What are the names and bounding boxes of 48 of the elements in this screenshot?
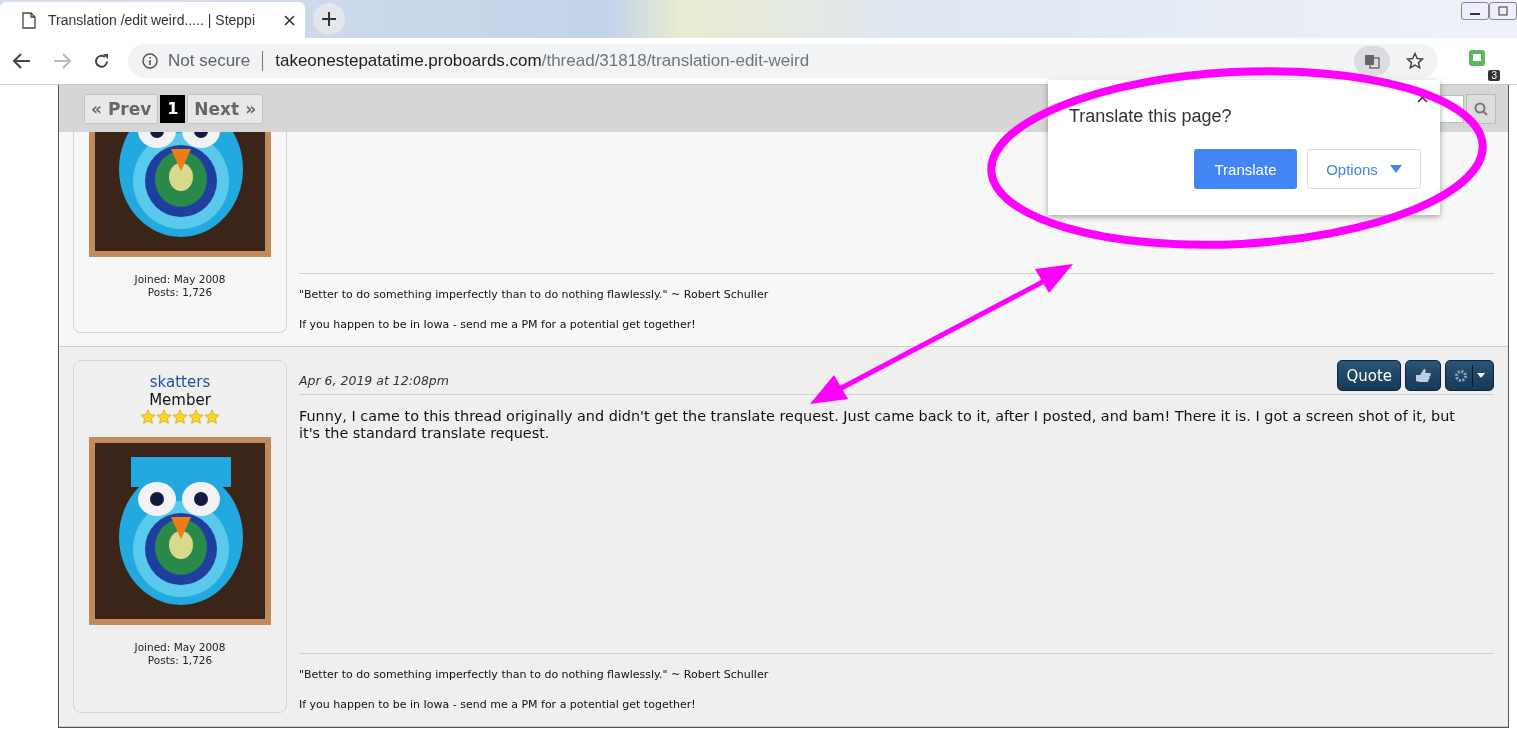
star-icon bbox=[156, 409, 172, 425]
signature-line: "Better to do something imperfectly than to do nothing flawlessly." ~ Robert Schuller bbox=[299, 667, 770, 683]
security-label: Not secure bbox=[168, 51, 251, 71]
signature-line: If you happen to be in Iowa - send me a PM for a potential get together! bbox=[299, 317, 697, 333]
new-tab-button[interactable] bbox=[313, 3, 345, 35]
prev-page-button[interactable]: « Prev bbox=[84, 93, 159, 124]
search-button[interactable] bbox=[1466, 93, 1496, 124]
options-button[interactable]: Options bbox=[1307, 149, 1421, 189]
search-icon bbox=[1474, 101, 1488, 116]
member-rank: Member bbox=[149, 391, 211, 409]
restore-icon bbox=[1497, 5, 1509, 17]
post-date: Apr 6, 2019 at 12:08pm bbox=[299, 373, 449, 388]
star-icon bbox=[188, 409, 204, 425]
caret-icon bbox=[1477, 373, 1485, 378]
tab-title: Translation /edit weird..... | Steppi bbox=[48, 12, 256, 28]
page-icon bbox=[22, 11, 36, 29]
post-count: Posts: 1,726 bbox=[147, 654, 213, 667]
caret-icon bbox=[1389, 165, 1402, 173]
translate-button[interactable]: Translate bbox=[1194, 149, 1297, 189]
popup-title: Translate this page? bbox=[1069, 106, 1232, 127]
star-icon bbox=[172, 409, 188, 425]
author-name[interactable]: skatters bbox=[149, 373, 211, 391]
minimize-button[interactable] bbox=[1461, 2, 1489, 20]
signature-line: "Better to do something imperfectly than to do nothing flawlessly." ~ Robert Schuller bbox=[299, 287, 770, 303]
like-button[interactable] bbox=[1405, 360, 1441, 391]
joined-date: Joined: May 2008 bbox=[134, 641, 226, 654]
next-page-button[interactable]: Next » bbox=[187, 93, 264, 124]
reload-icon[interactable] bbox=[93, 52, 110, 70]
quote-button[interactable]: Quote bbox=[1337, 360, 1401, 391]
browser-tab[interactable]: Translation /edit weird..... | Steppi bbox=[0, 2, 305, 38]
extension-badge: 3 bbox=[1488, 70, 1500, 81]
star-icon bbox=[204, 409, 220, 425]
plus-icon bbox=[322, 12, 336, 26]
page-number-button[interactable]: 1 bbox=[160, 94, 186, 123]
settings-menu-button[interactable] bbox=[1445, 360, 1494, 391]
info-icon bbox=[142, 53, 158, 69]
post-body: Funny, I came to this thread originally and didn't get the translate request. Just came back to it, after I posted, and bam! There it is. I got a screen shot of it, but it's the standard translate request. bbox=[299, 407, 1456, 442]
address-bar[interactable]: Not secure takeonestepatatime.proboards.com/thread/31818/translation-edit-weird bbox=[128, 44, 1438, 78]
bookmark-star-icon[interactable] bbox=[1406, 52, 1424, 70]
star-icon bbox=[140, 409, 156, 425]
thumbs-up-icon bbox=[1414, 367, 1432, 384]
close-icon[interactable] bbox=[284, 14, 295, 26]
back-icon[interactable] bbox=[13, 53, 31, 69]
joined-date: Joined: May 2008 bbox=[134, 273, 226, 286]
post-count: Posts: 1,726 bbox=[147, 286, 213, 299]
minimize-icon bbox=[1470, 13, 1480, 15]
url-text: takeonestepatatime.proboards.com/thread/31818/translation-edit-weird bbox=[275, 51, 810, 71]
signature-line: If you happen to be in Iowa - send me a PM for a potential get together! bbox=[299, 697, 697, 713]
